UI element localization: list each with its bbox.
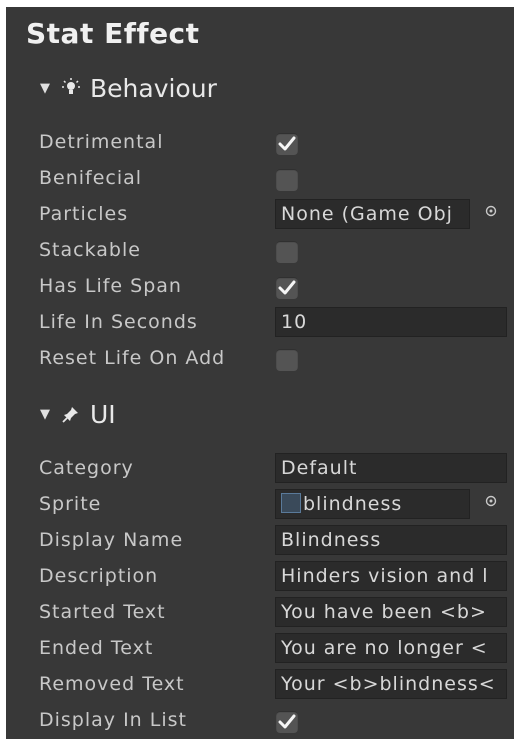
lightbulb-icon — [62, 78, 90, 98]
row-benifecial: Benifecial — [6, 161, 514, 197]
removed-text-label: Removed Text — [39, 673, 185, 695]
description-input[interactable]: Hinders vision and l — [275, 561, 507, 591]
stackable-label: Stackable — [39, 239, 141, 261]
stackable-checkbox[interactable] — [276, 241, 298, 263]
object-picker-icon[interactable] — [484, 204, 498, 218]
benifecial-label: Benifecial — [39, 167, 143, 189]
section-behaviour-title: Behaviour — [90, 73, 217, 103]
row-display-name: Display Name Blindness — [6, 523, 514, 559]
pin-icon — [62, 405, 90, 423]
category-input[interactable]: Default — [275, 453, 507, 483]
chevron-down-icon[interactable]: ▼ — [40, 81, 62, 96]
section-ui-title: UI — [90, 399, 116, 429]
row-has-life-span: Has Life Span — [6, 269, 514, 305]
row-reset-life-on-add: Reset Life On Add — [6, 341, 514, 377]
sprite-thumbnail-icon — [281, 492, 301, 513]
detrimental-label: Detrimental — [39, 131, 164, 153]
display-in-list-label: Display In List — [39, 709, 187, 731]
row-ended-text: Ended Text You are no longer < — [6, 631, 514, 667]
started-text-label: Started Text — [39, 601, 166, 623]
has-life-span-checkbox[interactable] — [276, 277, 298, 299]
detrimental-checkbox[interactable] — [276, 133, 298, 155]
sprite-value: blindness — [303, 493, 403, 515]
started-text-input[interactable]: You have been <b> — [275, 597, 507, 627]
inspector-panel: Stat Effect ▼ Behaviour Detrimental Beni… — [6, 7, 514, 739]
object-picker-icon[interactable] — [484, 494, 498, 508]
category-label: Category — [39, 457, 134, 479]
display-name-label: Display Name — [39, 529, 184, 551]
row-sprite: Sprite blindness — [6, 487, 514, 523]
ended-text-label: Ended Text — [39, 637, 154, 659]
display-name-input[interactable]: Blindness — [275, 525, 507, 555]
checkmark-icon — [278, 714, 296, 729]
reset-life-on-add-label: Reset Life On Add — [39, 347, 226, 369]
component-title: Stat Effect — [26, 17, 200, 50]
row-particles: Particles None (Game Obj — [6, 197, 514, 233]
row-started-text: Started Text You have been <b> — [6, 595, 514, 631]
reset-life-on-add-checkbox[interactable] — [276, 349, 298, 371]
particles-label: Particles — [39, 203, 129, 225]
checkmark-icon — [278, 280, 296, 295]
row-description: Description Hinders vision and l — [6, 559, 514, 595]
row-removed-text: Removed Text Your <b>blindness< — [6, 667, 514, 703]
section-ui-header[interactable]: ▼ UI — [40, 397, 116, 431]
particles-object-field[interactable]: None (Game Obj — [275, 199, 470, 229]
display-in-list-checkbox[interactable] — [276, 711, 298, 733]
removed-text-input[interactable]: Your <b>blindness< — [275, 669, 507, 699]
life-in-seconds-input[interactable]: 10 — [275, 307, 507, 337]
row-stackable: Stackable — [6, 233, 514, 269]
sprite-object-field[interactable]: blindness — [275, 489, 470, 519]
ended-text-input[interactable]: You are no longer < — [275, 633, 507, 663]
checkmark-icon — [278, 136, 296, 151]
sprite-label: Sprite — [39, 493, 102, 515]
row-detrimental: Detrimental — [6, 125, 514, 161]
row-category: Category Default — [6, 451, 514, 487]
description-label: Description — [39, 565, 159, 587]
life-in-seconds-label: Life In Seconds — [39, 311, 198, 333]
section-behaviour-header[interactable]: ▼ Behaviour — [40, 71, 217, 105]
chevron-down-icon[interactable]: ▼ — [40, 407, 62, 422]
benifecial-checkbox[interactable] — [276, 169, 298, 191]
has-life-span-label: Has Life Span — [39, 275, 182, 297]
row-life-in-seconds: Life In Seconds 10 — [6, 305, 514, 341]
row-display-in-list: Display In List — [6, 703, 514, 739]
